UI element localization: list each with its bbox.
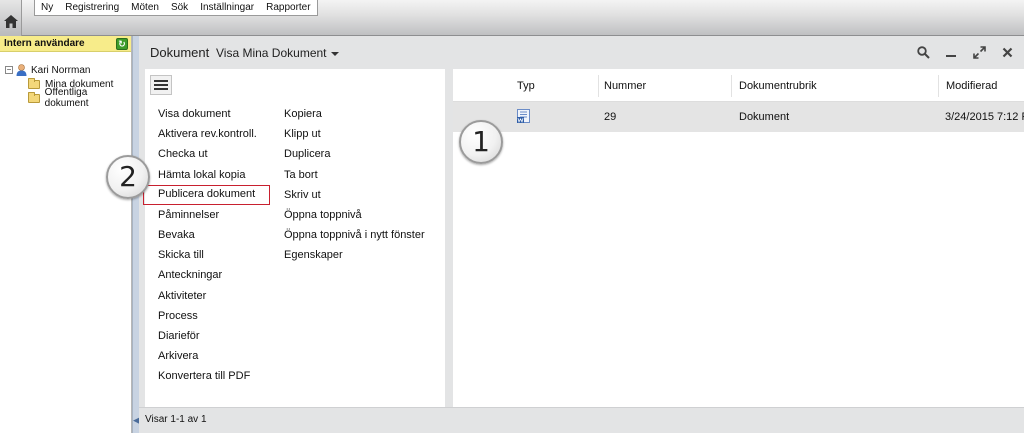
action-anteckningar[interactable]: Anteckningar	[158, 265, 270, 285]
tree-user-label: Kari Norrman	[31, 64, 91, 76]
panel-header-icons	[916, 45, 1014, 59]
action-duplicera[interactable]: Duplicera	[284, 144, 425, 164]
word-document-icon	[517, 109, 530, 123]
tree-folder-offentliga[interactable]: Offentliga dokument	[0, 87, 131, 109]
action-oppna-toppniva-nytt-fonster[interactable]: Öppna toppnivå i nytt fönster	[284, 225, 425, 245]
hamburger-menu-icon[interactable]	[150, 75, 172, 95]
table-row[interactable]: 29 Dokument 3/24/2015 7:12 P	[453, 102, 1024, 132]
left-panel-title: Intern användare	[4, 38, 85, 49]
column-header-typ[interactable]: Typ	[517, 80, 535, 92]
action-checka-ut[interactable]: Checka ut	[158, 144, 270, 164]
home-icon	[3, 15, 18, 28]
folder-tree: − Kari Norrman Mina dokument Offentliga …	[0, 52, 131, 109]
view-selector[interactable]: Visa Mina Dokument	[216, 46, 339, 60]
expand-icon[interactable]	[972, 45, 986, 59]
close-icon[interactable]	[1000, 45, 1014, 59]
left-panel-header: Intern användare ↻	[0, 36, 131, 52]
chevron-down-icon	[330, 51, 339, 56]
tree-user-node[interactable]: − Kari Norrman	[0, 63, 131, 77]
cell-dokumentrubrik: Dokument	[739, 111, 790, 123]
action-konvertera-pdf[interactable]: Konvertera till PDF	[158, 366, 270, 386]
status-text: Visar 1-1 av 1	[145, 414, 207, 425]
action-kopiera[interactable]: Kopiera	[284, 104, 425, 124]
column-divider[interactable]	[731, 75, 732, 97]
action-hamta-lokal-kopia[interactable]: Hämta lokal kopia	[158, 165, 270, 185]
action-skicka-till[interactable]: Skicka till	[158, 245, 270, 265]
action-paminnelser[interactable]: Påminnelser	[158, 205, 270, 225]
action-bevaka[interactable]: Bevaka	[158, 225, 270, 245]
menu-registrering[interactable]: Registrering	[59, 0, 125, 15]
home-button[interactable]	[0, 0, 22, 36]
action-column-1: Visa dokument Aktivera rev.kontroll. Che…	[143, 104, 270, 386]
panel-splitter[interactable]: ◀	[132, 36, 140, 433]
action-publicera-dokument[interactable]: Publicera dokument	[143, 184, 270, 205]
action-skriv-ut[interactable]: Skriv ut	[284, 185, 425, 205]
action-process[interactable]: Process	[158, 306, 270, 326]
user-icon	[16, 64, 27, 76]
action-egenskaper[interactable]: Egenskaper	[284, 245, 425, 265]
top-bar: Ny Registrering Möten Sök Inställningar …	[0, 0, 1024, 36]
menu-bar: Ny Registrering Möten Sök Inställningar …	[34, 0, 318, 16]
action-aktivera-rev[interactable]: Aktivera rev.kontroll.	[158, 124, 270, 144]
column-header-dokumentrubrik[interactable]: Dokumentrubrik	[739, 80, 817, 92]
column-divider[interactable]	[598, 75, 599, 97]
action-menu: Visa dokument Aktivera rev.kontroll. Che…	[143, 69, 445, 407]
minimize-icon[interactable]	[944, 45, 958, 59]
column-header-modifierad[interactable]: Modifierad	[946, 80, 997, 92]
menu-sok[interactable]: Sök	[165, 0, 194, 15]
menu-rapporter[interactable]: Rapporter	[260, 0, 316, 15]
document-list: Typ Nummer Dokumentrubrik Modifierad 29 …	[453, 69, 1024, 407]
callout-marker-2: 2	[106, 155, 150, 199]
cell-nummer: 29	[604, 111, 617, 123]
panel-title: Dokument	[150, 45, 210, 60]
collapse-icon[interactable]: −	[5, 66, 13, 74]
column-divider[interactable]	[938, 75, 939, 97]
left-tree-panel: Intern användare ↻ − Kari Norrman Mina d…	[0, 36, 132, 433]
refresh-icon[interactable]: ↻	[116, 38, 128, 50]
action-visa-dokument[interactable]: Visa dokument	[158, 104, 270, 124]
action-klipp-ut[interactable]: Klipp ut	[284, 124, 425, 144]
panel-header: Dokument Visa Mina Dokument	[139, 36, 1024, 69]
folder-icon	[28, 77, 40, 89]
cell-modifierad: 3/24/2015 7:12 P	[945, 111, 1024, 123]
search-icon[interactable]	[916, 45, 930, 59]
documents-panel: Dokument Visa Mina Dokument Visa dokumen…	[139, 36, 1024, 433]
callout-marker-1: 1	[459, 120, 503, 164]
action-aktiviteter[interactable]: Aktiviteter	[158, 286, 270, 306]
folder-icon	[28, 91, 40, 103]
menu-ny[interactable]: Ny	[35, 0, 59, 15]
action-column-2: Kopiera Klipp ut Duplicera Ta bort Skriv…	[284, 104, 425, 266]
tree-folder-label: Offentliga dokument	[44, 87, 89, 109]
menu-installningar[interactable]: Inställningar	[194, 0, 260, 15]
action-arkivera[interactable]: Arkivera	[158, 346, 270, 366]
action-diarieför[interactable]: Diarieför	[158, 326, 270, 346]
action-ta-bort[interactable]: Ta bort	[284, 165, 425, 185]
menu-moten[interactable]: Möten	[125, 0, 165, 15]
status-bar: Visar 1-1 av 1	[139, 407, 1024, 433]
view-selector-label: Visa Mina Dokument	[216, 46, 327, 60]
column-header-nummer[interactable]: Nummer	[604, 80, 646, 92]
action-oppna-toppniva[interactable]: Öppna toppnivå	[284, 205, 425, 225]
column-headers: Typ Nummer Dokumentrubrik Modifierad	[453, 69, 1024, 102]
